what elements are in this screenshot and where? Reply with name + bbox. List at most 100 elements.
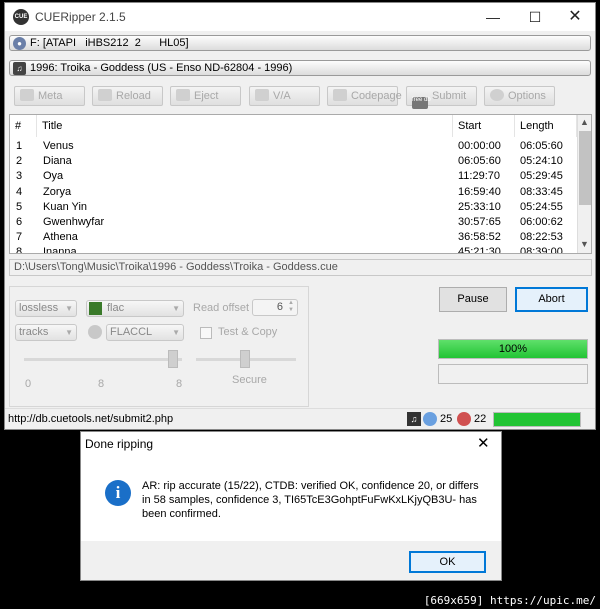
track-n: 7 [16, 231, 23, 244]
freedb-icon: free db [412, 97, 431, 109]
track-start: 06:05:60 [458, 155, 501, 168]
chevron-down-icon: ▼ [65, 328, 73, 337]
meta-button[interactable]: Meta [14, 86, 85, 106]
secure-label: Secure [232, 374, 267, 386]
dialog-message: AR: rip accurate (15/22), CTDB: verified… [142, 480, 479, 520]
output-path-field[interactable]: D:\Users\Tong\Music\Troika\1996 - Goddes… [9, 259, 592, 276]
slider-tick-max: 8 [176, 378, 183, 390]
slider-tick-mid: 8 [98, 378, 105, 390]
track-start: 30:57:65 [458, 216, 501, 228]
test-copy-checkbox[interactable] [200, 327, 212, 339]
submit-button[interactable]: free dbSubmit [406, 86, 477, 109]
reload-button[interactable]: Reload [92, 86, 163, 106]
scroll-down-icon[interactable]: ▼ [580, 239, 589, 249]
main-window: CUE CUERipper 2.1.5 — ☐ ✕ ● F: [ATAPI iH… [4, 2, 596, 430]
eject-icon [176, 89, 190, 101]
pause-button[interactable]: Pause [439, 287, 507, 312]
table-row[interactable]: 7 Athena 36:58:52 08:22:53 [10, 230, 576, 246]
eject-button[interactable]: Eject [170, 86, 241, 106]
encoder-select[interactable]: FLACCL ▼ [106, 324, 184, 341]
reload-icon [98, 89, 112, 101]
status-bar: http://db.cuetools.net/submit2.php ♫ 25 … [5, 408, 595, 429]
track-length: 08:39:00 [520, 246, 563, 254]
col-header-number[interactable]: # [10, 115, 37, 137]
table-row[interactable]: 5 Kuan Yin 25:33:10 05:24:55 [10, 200, 576, 216]
options-button[interactable]: Options [484, 86, 555, 106]
chevron-down-icon: ▼ [172, 328, 180, 337]
minimize-icon[interactable]: — [475, 3, 511, 31]
track-n: 2 [16, 155, 23, 168]
track-title: Inanna [43, 246, 77, 254]
track-length: 08:22:53 [520, 231, 563, 244]
stepper-arrows-icon: ▲ ▼ [288, 300, 294, 313]
format-mode-select[interactable]: lossless ▼ [15, 300, 77, 317]
track-n: 3 [16, 170, 23, 183]
table-row[interactable]: 4 Zorya 16:59:40 08:33:45 [10, 185, 576, 201]
app-icon: CUE [13, 9, 29, 25]
status-url: http://db.cuetools.net/submit2.php [8, 413, 174, 425]
window-title: CUERipper 2.1.5 [35, 10, 126, 24]
track-length: 06:05:60 [520, 140, 563, 152]
read-offset-stepper[interactable]: 6 ▲ ▼ [252, 299, 298, 316]
track-mode-select[interactable]: tracks ▼ [15, 324, 77, 341]
table-row[interactable]: 3 Oya 11:29:70 05:29:45 [10, 169, 576, 185]
track-length: 05:24:10 [520, 155, 563, 168]
track-length: 05:29:45 [520, 170, 563, 183]
settings-group: lossless ▼ flac ▼ Read offset 6 ▲ ▼ tracks ▼ … [9, 286, 309, 407]
meta-icon [20, 89, 34, 101]
status-progress-bar [493, 412, 581, 427]
col-header-title[interactable]: Title [37, 115, 453, 137]
done-ripping-dialog: Done ripping ✕ i AR: rip accurate (15/22… [80, 431, 502, 581]
accuraterip-icon [423, 412, 437, 426]
rip-progress-label: 100% [498, 343, 528, 355]
col-header-start[interactable]: Start [453, 115, 515, 137]
secure-slider-thumb[interactable] [240, 350, 250, 368]
test-copy-label: Test & Copy [218, 326, 278, 338]
col-header-length[interactable]: Length [515, 115, 577, 137]
music-note-icon: ♫ [407, 412, 421, 426]
encoder-gear-icon [88, 325, 102, 339]
slider-tick-min: 0 [25, 378, 32, 390]
track-title: Kuan Yin [43, 200, 88, 213]
codepage-icon [333, 89, 347, 101]
track-title: Zorya [43, 185, 72, 198]
table-row[interactable]: 8 Inanna 45:21:30 08:39:00 [10, 245, 576, 254]
drive-select[interactable]: ● F: [ATAPI iHBS212 2 HL05] [9, 35, 591, 51]
dialog-footer: OK [81, 541, 501, 580]
track-length: 08:33:45 [520, 185, 563, 198]
abort-button[interactable]: Abort [515, 287, 588, 312]
dialog-close-icon[interactable]: ✕ [477, 434, 490, 452]
track-table[interactable]: # Title Start Length 1 Venus 00:00:00 06:05… [9, 114, 592, 254]
track-start: 36:58:52 [458, 231, 501, 244]
scroll-up-icon[interactable]: ▲ [580, 117, 589, 127]
release-select[interactable]: ♫ 1996: Troika - Goddess (US - Enso ND-6… [9, 60, 591, 76]
codec-select[interactable]: flac ▼ [86, 300, 184, 317]
track-title: Venus [43, 140, 74, 152]
ctdb-count: 22 [474, 413, 487, 425]
table-row[interactable]: 2 Diana 06:05:60 05:24:10 [10, 154, 576, 170]
gear-icon [490, 89, 504, 101]
track-start: 25:33:10 [458, 200, 501, 213]
va-button[interactable]: V/A [249, 86, 320, 106]
track-title: Diana [43, 155, 72, 168]
chevron-down-icon: ▼ [65, 304, 73, 313]
track-n: 1 [16, 140, 23, 152]
table-row[interactable]: 1 Venus 00:00:00 06:05:60 [10, 139, 576, 155]
ok-button[interactable]: OK [409, 551, 486, 573]
codepage-button[interactable]: Codepage [327, 86, 402, 106]
maximize-icon[interactable]: ☐ [517, 3, 553, 31]
track-n: 8 [16, 246, 23, 254]
scrollbar[interactable]: ▲ ▼ [577, 115, 591, 253]
scroll-thumb[interactable] [579, 131, 591, 205]
track-n: 5 [16, 200, 23, 213]
info-icon: i [105, 480, 131, 506]
track-n: 6 [16, 216, 23, 228]
close-icon[interactable]: ✕ [557, 3, 593, 31]
secondary-progress-bar [438, 364, 588, 384]
ar-count: 25 [440, 413, 453, 425]
table-row[interactable]: 6 Gwenhwyfar 30:57:65 06:00:62 [10, 215, 576, 231]
quality-slider-track[interactable] [24, 358, 182, 361]
track-n: 4 [16, 185, 23, 198]
users-icon [255, 89, 269, 101]
quality-slider-thumb[interactable] [168, 350, 178, 368]
